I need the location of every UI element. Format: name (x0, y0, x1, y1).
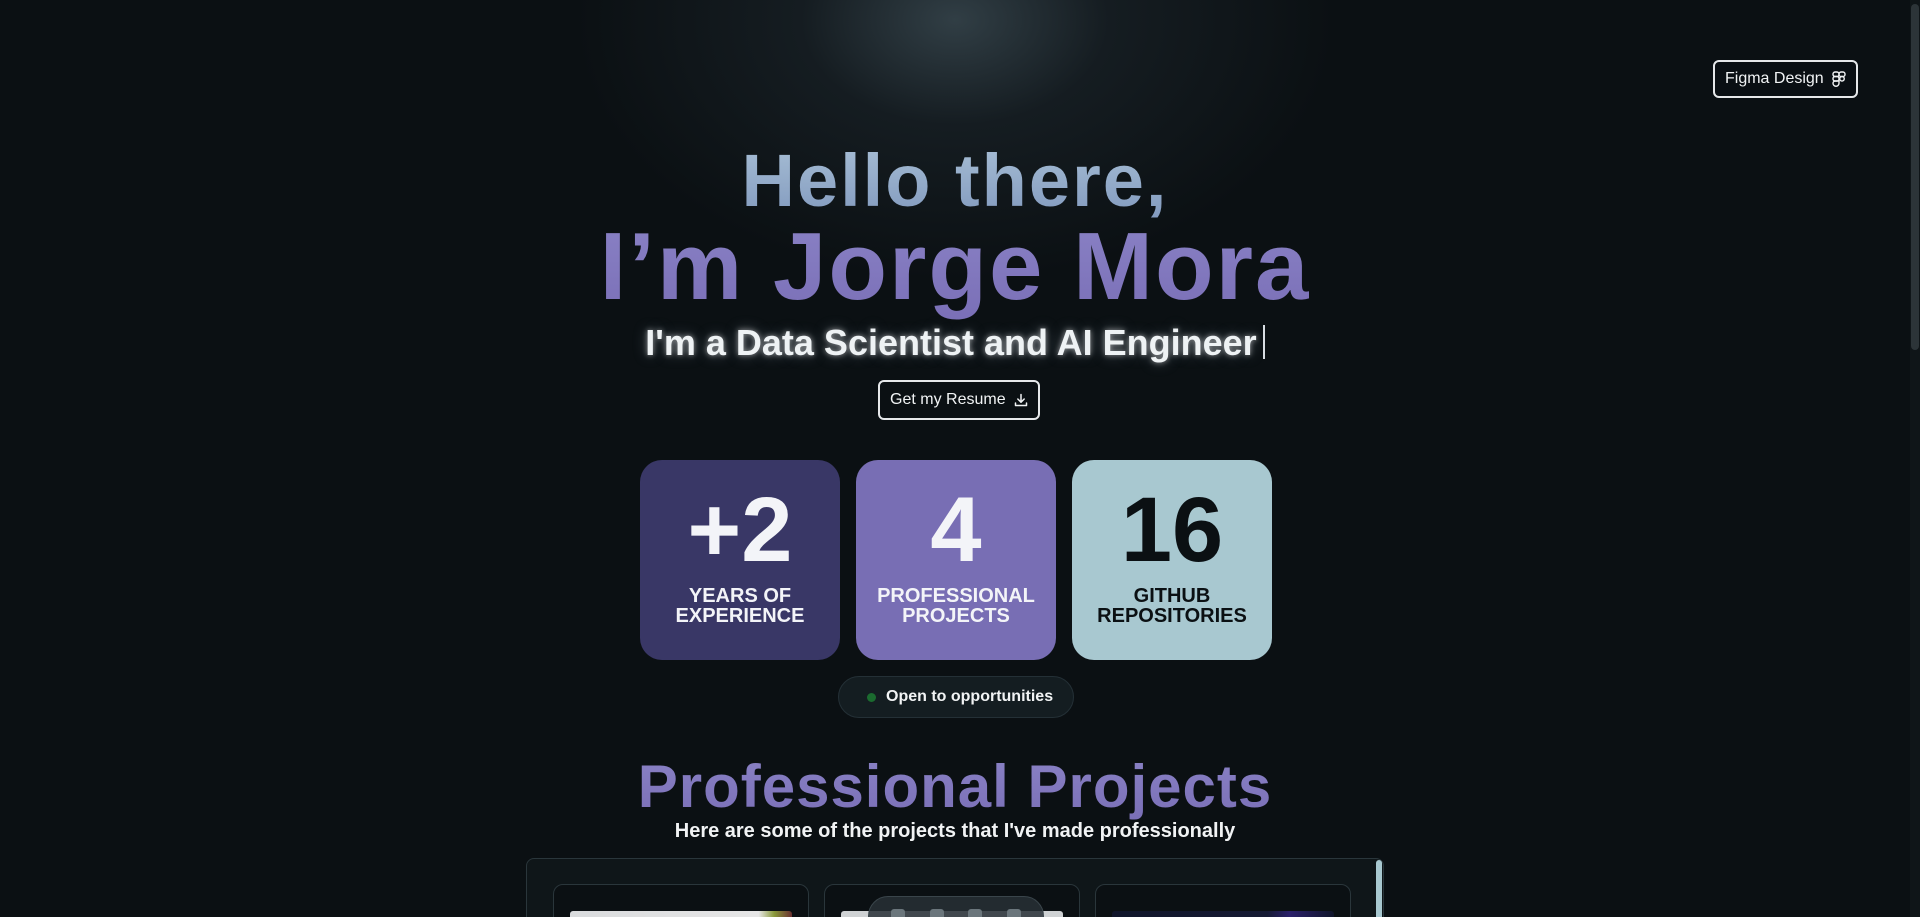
resume-label: Get my Resume (890, 391, 1006, 408)
stat-value: +2 (687, 479, 793, 581)
stat-card-repositories: 16 GITHUB REPOSITORIES (1072, 460, 1272, 660)
stat-label: GITHUB REPOSITORIES (1097, 585, 1247, 627)
open-to-opportunities-badge: Open to opportunities (838, 676, 1075, 718)
typing-caret (1262, 325, 1265, 359)
projects-subtitle: Here are some of the projects that I've … (674, 820, 1236, 842)
hero-role-text: I'm a Data Scientist and AI Engineer (645, 322, 1257, 363)
page: Figma Design Hello there, I’m Jorge Mora… (0, 0, 1920, 917)
floating-dock (868, 896, 1044, 917)
download-icon (1014, 393, 1027, 407)
dock-projects-icon[interactable] (929, 909, 944, 917)
stat-label: YEARS OF EXPERIENCE (675, 585, 805, 627)
figma-icon (1832, 71, 1846, 87)
dock-home-icon[interactable] (891, 909, 906, 917)
stat-card-projects: 4 PROFESSIONAL PROJECTS (856, 460, 1056, 660)
stat-value: 16 (1120, 479, 1224, 581)
dock-settings-icon[interactable] (1006, 909, 1021, 917)
project-thumbnail (1112, 911, 1334, 917)
get-resume-button[interactable]: Get my Resume (878, 380, 1040, 420)
hero-name: I’m Jorge Mora (0, 212, 1910, 322)
stat-card-experience: +2 YEARS OF EXPERIENCE (640, 460, 840, 660)
projects-scrollbar[interactable] (1376, 860, 1382, 917)
status-dot-icon (867, 692, 876, 702)
projects-title: Professional Projects (0, 752, 1910, 821)
hero-greeting: Hello there, (0, 138, 1910, 223)
page-scrollbar-thumb[interactable] (1911, 4, 1919, 350)
figma-design-button[interactable]: Figma Design (1713, 60, 1858, 98)
dock-menu-icon[interactable] (968, 909, 983, 917)
page-scrollbar[interactable] (1910, 0, 1920, 917)
project-card[interactable] (553, 884, 809, 917)
project-thumbnail (570, 911, 792, 917)
hero-role: I'm a Data Scientist and AI Engineer (0, 322, 1910, 364)
stats-row: +2 YEARS OF EXPERIENCE 4 PROFESSIONAL PR… (640, 460, 1272, 660)
stat-label: PROFESSIONAL PROJECTS (877, 585, 1035, 627)
project-card[interactable] (1095, 884, 1351, 917)
figma-design-label: Figma Design (1725, 70, 1824, 87)
status-label: Open to opportunities (886, 688, 1054, 705)
stat-value: 4 (930, 479, 982, 581)
